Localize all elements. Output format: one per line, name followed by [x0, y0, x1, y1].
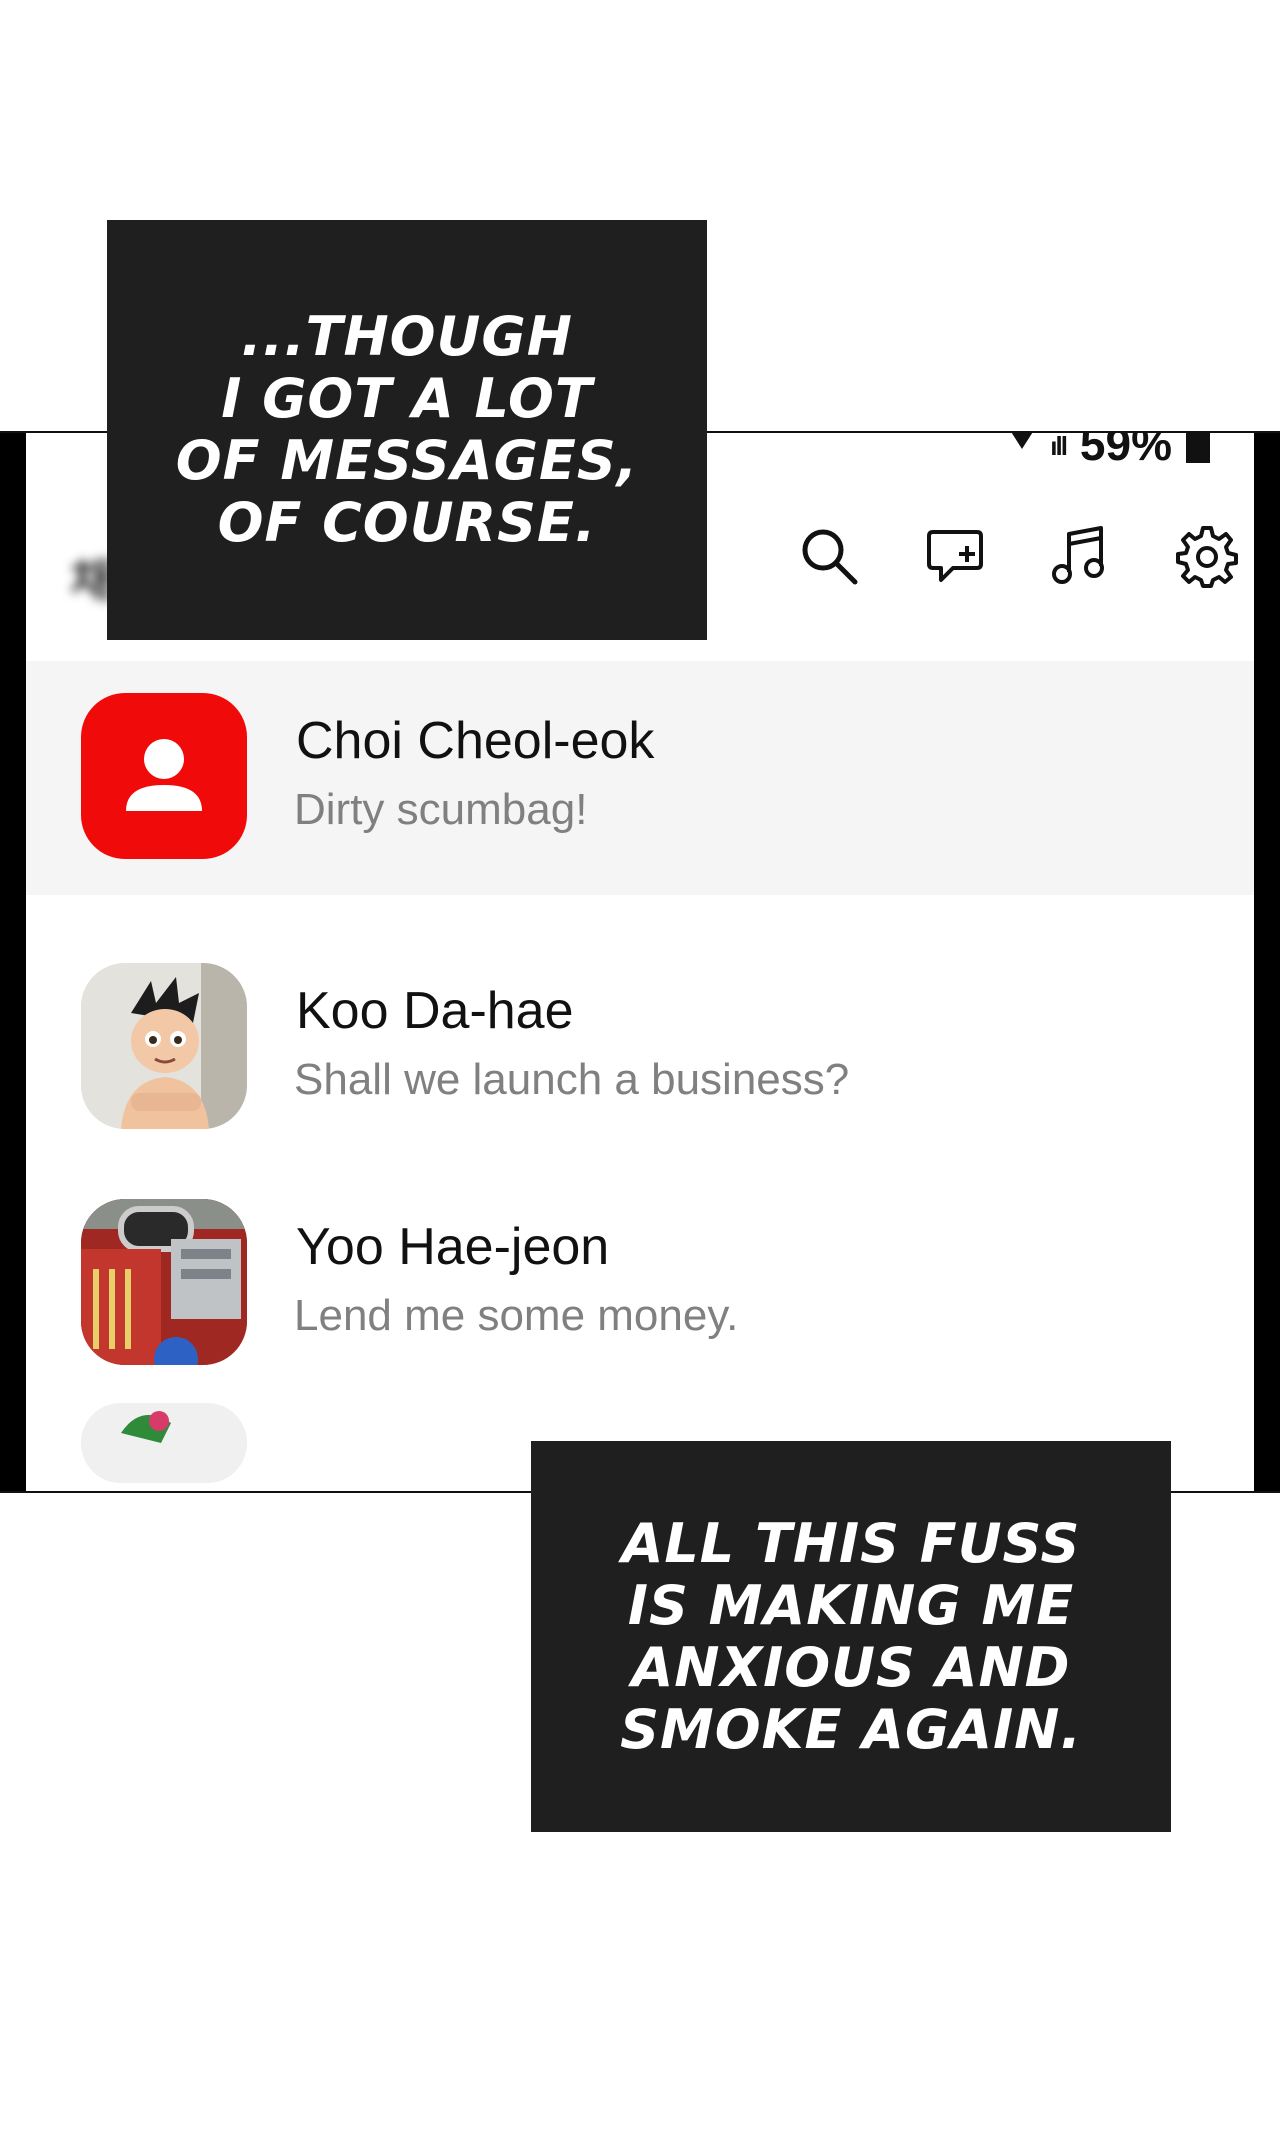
astro-boy-icon	[81, 963, 247, 1129]
toolbar	[796, 523, 1240, 589]
left-border	[0, 433, 26, 1491]
caption-line: OF MESSAGES,	[175, 429, 639, 492]
caption-line: ...THOUGH	[241, 305, 573, 368]
chat-item[interactable]: Yoo Hae-jeon Lend me some money.	[26, 1167, 1254, 1403]
search-button[interactable]	[796, 523, 862, 589]
caption-line: I GOT A LOT	[221, 367, 593, 430]
battery-icon	[1186, 433, 1210, 463]
status-bar: ıll 59%	[1008, 431, 1210, 470]
new-chat-icon	[927, 530, 983, 582]
chat-item[interactable]: Koo Da-hae Shall we launch a business?	[26, 931, 1254, 1167]
caption-line: OF COURSE.	[217, 491, 597, 554]
chat-list: Choi Cheol-eok Dirty scumbag! Koo Da-hae	[26, 661, 1254, 1483]
music-icon	[1052, 526, 1104, 584]
caption-line: ALL THIS FUSS	[621, 1511, 1081, 1575]
narration-box-top: ...THOUGH I GOT A LOT OF MESSAGES, OF CO…	[107, 220, 707, 640]
search-icon	[802, 529, 858, 585]
music-button[interactable]	[1048, 523, 1114, 589]
avatar	[81, 1403, 247, 1483]
chat-name: Choi Cheol-eok	[296, 712, 655, 770]
caption-line: SMOKE AGAIN.	[620, 1697, 1082, 1761]
wifi-icon	[1008, 433, 1037, 449]
chat-item[interactable]: Choi Cheol-eok Dirty scumbag!	[26, 661, 1254, 895]
avatar	[81, 693, 247, 859]
chat-preview: Dirty scumbag!	[294, 785, 588, 834]
toy-car-icon	[81, 1199, 247, 1365]
chat-item[interactable]	[26, 1403, 1254, 1483]
gear-icon	[1176, 526, 1238, 588]
chat-preview: Lend me some money.	[294, 1291, 739, 1340]
battery-level: 59%	[1079, 431, 1172, 470]
flower-icon	[81, 1403, 247, 1483]
caption-line: ANXIOUS AND	[631, 1635, 1071, 1699]
chat-name: Yoo Hae-jeon	[296, 1218, 610, 1276]
person-icon	[126, 739, 202, 811]
new-chat-button[interactable]	[922, 523, 988, 589]
chat-preview: Shall we launch a business?	[294, 1055, 850, 1104]
settings-button[interactable]	[1174, 523, 1240, 589]
signal-icon: ıll	[1050, 431, 1068, 461]
chat-name: Koo Da-hae	[296, 982, 574, 1040]
narration-box-bottom: ALL THIS FUSS IS MAKING ME ANXIOUS AND S…	[531, 1441, 1171, 1832]
avatar	[81, 963, 247, 1129]
right-border	[1254, 433, 1280, 1491]
avatar	[81, 1199, 247, 1365]
caption-line: IS MAKING ME	[627, 1573, 1075, 1637]
